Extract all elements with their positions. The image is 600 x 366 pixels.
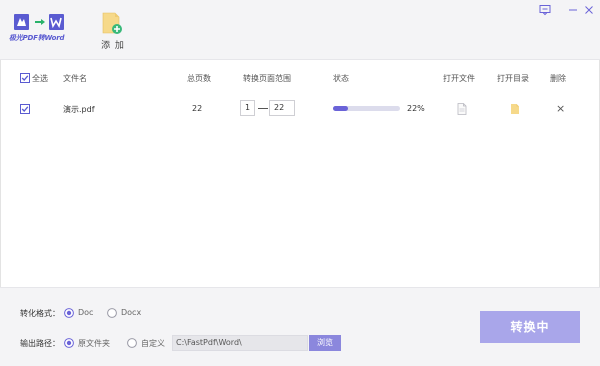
minimize-button[interactable] [566,4,580,16]
add-button-label: 添 加 [101,41,125,51]
format-option-docx[interactable]: Docx [121,308,141,317]
minimize-icon [569,9,577,11]
settings-panel: 转化格式： Doc Docx 输出路径： 原文件夹 自定义 C:\FastPdf… [0,287,600,366]
header-open-file: 打开文件 [443,74,475,83]
browse-button[interactable]: 浏览 [309,335,341,351]
range-dash [258,108,268,109]
format-label: 转化格式： [20,309,60,318]
select-all-checkbox[interactable] [20,73,30,83]
range-from-input[interactable]: 1 [240,100,255,116]
row-filename: 演示.pdf [63,105,95,114]
progress-bar [333,106,400,111]
header-delete: 删除 [550,74,566,83]
output-option-original[interactable]: 原文件夹 [78,338,110,349]
header-filename: 文件名 [63,74,87,83]
output-label: 输出路径： [20,339,60,348]
radio-format-docx[interactable] [107,308,117,318]
header-range: 转换页面范围 [243,74,291,83]
add-file-button[interactable]: 添 加 [97,12,129,52]
radio-output-custom[interactable] [127,338,137,348]
header-total-pages: 总页数 [187,74,211,83]
feedback-icon [539,5,551,16]
range-to-input[interactable]: 22 [269,100,295,116]
close-window-button[interactable] [582,4,596,16]
checkbox-checked-icon [20,73,30,83]
app-logo-text: 极光PDF转Word [9,34,65,42]
table-header: 全选 文件名 总页数 转换页面范围 状态 打开文件 打开目录 删除 [0,68,600,88]
file-icon [457,103,467,115]
folder-icon [511,104,519,114]
header-open-dir: 打开目录 [497,74,529,83]
radio-selected-icon [64,308,74,318]
output-option-custom[interactable]: 自定义 [141,338,165,349]
progress-percent: 22% [407,104,425,113]
feedback-button[interactable] [538,4,552,16]
select-all-label[interactable]: 全选 [32,73,48,84]
radio-unselected-icon [127,338,137,348]
format-option-doc[interactable]: Doc [78,308,93,317]
radio-selected-icon [64,338,74,348]
close-icon [585,6,593,14]
row-checkbox[interactable] [20,104,30,114]
open-file-button[interactable] [457,103,467,115]
toolbar: 极光PDF转Word 添 加 [0,0,600,60]
row-total-pages: 22 [192,104,203,113]
delete-button[interactable]: × [556,102,565,115]
table-row: 演示.pdf 22 1 22 22% × [0,96,600,122]
add-file-icon [102,12,122,34]
progress-bar-fill [333,106,348,111]
open-folder-button[interactable] [510,103,520,115]
header-status: 状态 [333,74,349,83]
output-path-input[interactable]: C:\FastPdf\Word\ [172,335,308,351]
app-logo: 极光PDF转Word [9,13,69,45]
radio-unselected-icon [107,308,117,318]
checkbox-checked-icon [20,104,30,114]
pdf-to-word-logo-icon [14,14,64,30]
radio-output-original[interactable] [64,338,74,348]
convert-button[interactable]: 转换中 [480,311,580,343]
radio-format-doc[interactable] [64,308,74,318]
